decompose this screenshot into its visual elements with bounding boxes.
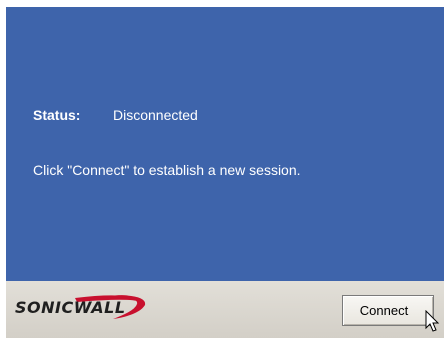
instruction-message: Click "Connect" to establish a new sessi…	[33, 162, 301, 178]
status-value: Disconnected	[113, 107, 198, 123]
footer-bar: SONICWALL Connect	[6, 281, 444, 338]
sonicwall-logo: SONICWALL	[15, 289, 165, 325]
status-row: Status: Disconnected	[33, 107, 198, 123]
mouse-pointer-icon	[425, 310, 440, 332]
status-label: Status:	[33, 107, 81, 123]
logo-text: SONICWALL	[15, 298, 126, 317]
connection-window: Status: Disconnected Click "Connect" to e…	[6, 7, 444, 338]
status-panel: Status: Disconnected Click "Connect" to e…	[6, 7, 444, 281]
connect-button[interactable]: Connect	[342, 295, 434, 326]
